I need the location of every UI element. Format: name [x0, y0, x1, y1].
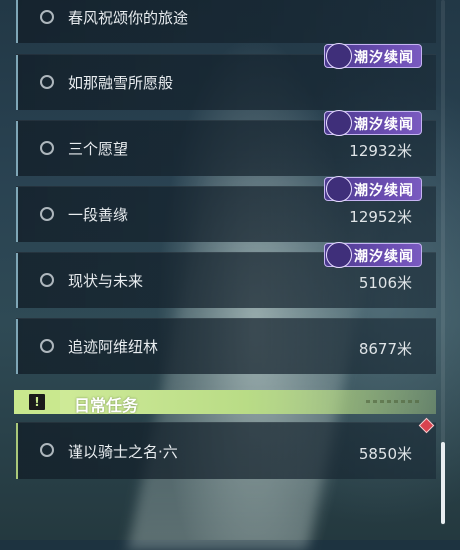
alert-icon-box: !: [14, 390, 60, 414]
quest-title: 现状与未来: [68, 272, 144, 290]
quest-title: 谨以骑士之名·六: [68, 443, 178, 461]
section-title: 日常任务: [74, 396, 139, 415]
tide-swirl-icon: [326, 242, 352, 268]
tide-tag-badge: 潮汐续闻: [324, 43, 422, 69]
quest-distance: 5106米: [358, 274, 412, 292]
tide-tag-badge: 潮汐续闻: [324, 242, 422, 268]
tag-label: 潮汐续闻: [354, 249, 414, 265]
quest-title: 一段善缘: [68, 206, 129, 224]
quest-item[interactable]: 春风祝颂你的旅途: [16, 0, 436, 43]
quest-status-icon: [40, 443, 54, 457]
tide-swirl-icon: [326, 176, 352, 202]
quest-status-icon: [40, 207, 54, 221]
quest-title: 追迹阿维纽林: [68, 338, 159, 356]
alert-icon: !: [29, 394, 45, 410]
quest-status-icon: [40, 273, 54, 287]
scrollbar-thumb[interactable]: [441, 442, 445, 524]
tide-tag-badge: 潮汐续闻: [324, 110, 422, 136]
tag-label: 潮汐续闻: [354, 117, 414, 133]
quest-distance: 12932米: [349, 142, 412, 160]
quest-status-icon: [40, 141, 54, 155]
tide-tag-badge: 潮汐续闻: [324, 176, 422, 202]
tag-label: 潮汐续闻: [354, 183, 414, 199]
quest-item[interactable]: 追迹阿维纽林 8677米: [16, 318, 436, 374]
quest-status-icon: [40, 339, 54, 353]
quest-title: 春风祝颂你的旅途: [68, 9, 189, 27]
daily-section-header[interactable]: ! 日常任务: [14, 390, 436, 415]
quest-status-icon: [40, 75, 54, 89]
daily-quest-item[interactable]: 谨以骑士之名·六 5850米: [16, 422, 436, 479]
quest-title: 如那融雪所愿般: [68, 74, 174, 92]
tide-swirl-icon: [326, 43, 352, 69]
quest-title: 三个愿望: [68, 140, 129, 158]
quest-distance: 5850米: [358, 445, 412, 463]
section-decoration: [366, 400, 422, 403]
tide-swirl-icon: [326, 110, 352, 136]
tag-label: 潮汐续闻: [354, 50, 414, 66]
quest-distance: 12952米: [349, 208, 412, 226]
quest-distance: 8677米: [358, 340, 412, 358]
quest-status-icon: [40, 10, 54, 24]
